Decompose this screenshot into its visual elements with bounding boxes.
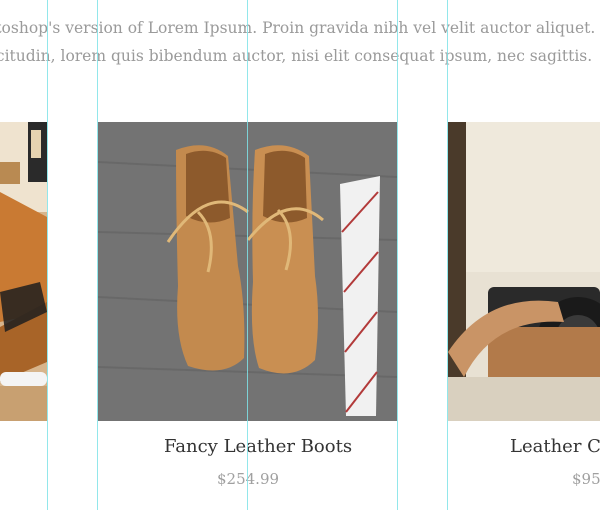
product-image-leather-camera[interactable] <box>448 122 600 421</box>
product-price: $95 <box>572 470 600 488</box>
product-image-leather-boots[interactable] <box>98 122 397 421</box>
product-title[interactable]: Leather Ca <box>510 436 600 457</box>
camera-strap-photo <box>448 122 600 421</box>
intro-text: otoshop's version of Lorem Ipsum. Proin … <box>0 14 600 70</box>
layout-guide-line <box>397 0 398 510</box>
layout-guide-line <box>47 0 48 510</box>
product-title[interactable]: Fancy Leather Boots <box>164 436 352 457</box>
leather-tools-photo <box>0 122 47 421</box>
product-image-leather-tools[interactable] <box>0 122 47 421</box>
boots-and-tie-photo <box>98 122 397 421</box>
intro-line-2: licitudin, lorem quis bibendum auctor, n… <box>0 47 593 65</box>
product-price: $254.99 <box>217 470 280 488</box>
intro-line-1: otoshop's version of Lorem Ipsum. Proin … <box>0 19 596 37</box>
